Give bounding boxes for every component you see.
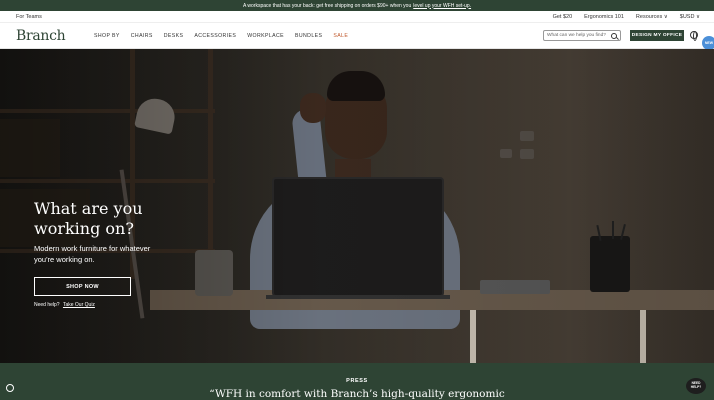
brand-logo[interactable]: Branch bbox=[16, 28, 66, 44]
press-quote: “WFH in comfort with Branch’s high-quali… bbox=[209, 388, 505, 400]
need-help-text: Need help? bbox=[34, 302, 60, 308]
need-help-chat-button[interactable]: NEED HELP? bbox=[686, 378, 706, 394]
currency-dropdown[interactable]: $USD ∨ bbox=[680, 14, 700, 20]
nav-menu: SHOP BY CHAIRS DESKS ACCESSORIES WORKPLA… bbox=[94, 33, 348, 39]
hero-section: What are you working on? Modern work fur… bbox=[0, 49, 714, 363]
press-label: PRESS bbox=[346, 378, 368, 384]
nav-accessories[interactable]: ACCESSORIES bbox=[194, 33, 236, 39]
new-badge[interactable]: NEW bbox=[702, 36, 714, 50]
resources-dropdown[interactable]: Resources ∨ bbox=[636, 14, 668, 20]
nav-workplace[interactable]: WORKPLACE bbox=[247, 33, 284, 39]
promo-link[interactable]: level up your WFH set-up. bbox=[413, 3, 471, 9]
take-quiz-link[interactable]: Take Our Quiz bbox=[63, 302, 95, 308]
shop-now-button[interactable]: SHOP NOW bbox=[34, 277, 131, 296]
main-nav: Branch SHOP BY CHAIRS DESKS ACCESSORIES … bbox=[0, 23, 714, 49]
nav-shop-by[interactable]: SHOP BY bbox=[94, 33, 120, 39]
for-teams-link[interactable]: For Teams bbox=[16, 14, 42, 20]
hero-title: What are you working on? bbox=[34, 199, 143, 238]
nav-bundles[interactable]: BUNDLES bbox=[295, 33, 322, 39]
globe-icon[interactable] bbox=[690, 31, 698, 41]
hero-subtitle: Modern work furniture for whatever you'r… bbox=[34, 244, 151, 264]
utility-links: Get $20 Ergonomics 101 Resources ∨ $USD … bbox=[553, 14, 700, 20]
quiz-help: Need help? Take Our Quiz bbox=[34, 302, 95, 308]
nav-chairs[interactable]: CHAIRS bbox=[131, 33, 153, 39]
nav-sale[interactable]: SALE bbox=[333, 33, 348, 39]
ergonomics-link[interactable]: Ergonomics 101 bbox=[584, 14, 624, 20]
get-20-link[interactable]: Get $20 bbox=[553, 14, 573, 20]
promo-banner: A workspace that has your back: get free… bbox=[0, 0, 714, 11]
press-section: PRESS “WFH in comfort with Branch’s high… bbox=[0, 363, 714, 400]
search-input[interactable]: What can we help you find? bbox=[543, 30, 621, 41]
design-my-office-button[interactable]: DESIGN MY OFFICE bbox=[630, 30, 684, 41]
search-placeholder: What can we help you find? bbox=[547, 33, 606, 38]
utility-bar: For Teams Get $20 Ergonomics 101 Resourc… bbox=[0, 11, 714, 23]
nav-desks[interactable]: DESKS bbox=[164, 33, 184, 39]
search-icon[interactable] bbox=[611, 33, 617, 39]
promo-text: A workspace that has your back: get free… bbox=[242, 2, 412, 9]
